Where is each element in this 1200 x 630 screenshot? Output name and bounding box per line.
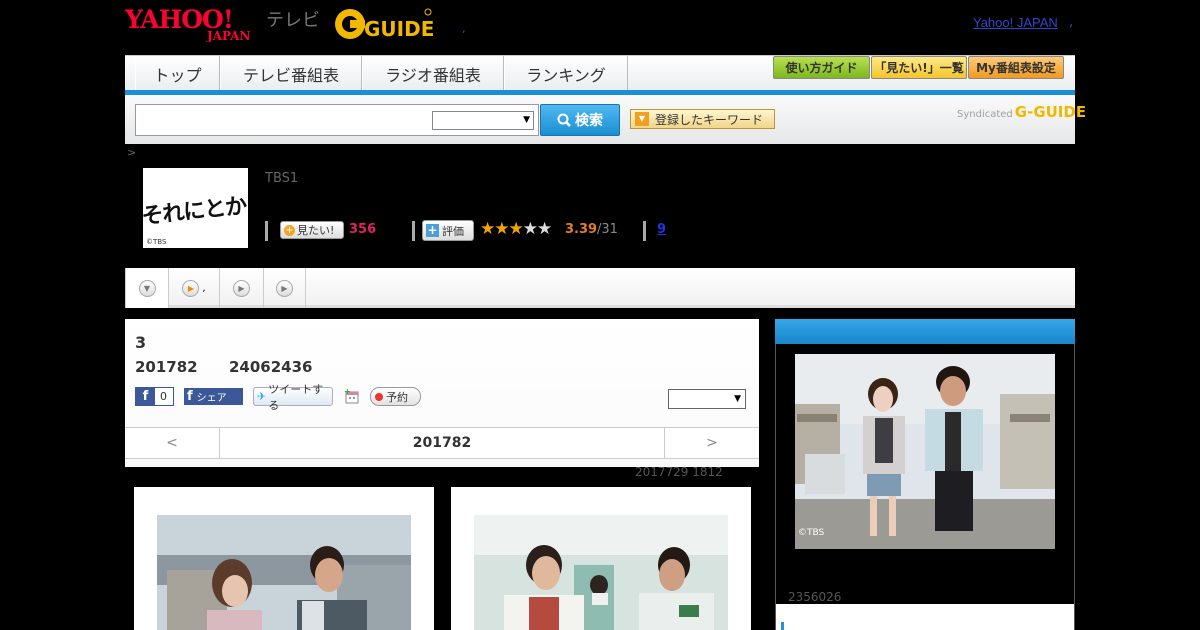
tab-video-label: ,	[202, 282, 206, 294]
rating-stars: ★★★★★	[480, 219, 552, 239]
divider	[643, 221, 646, 241]
nav-tab-ranking[interactable]: ランキング	[504, 56, 628, 91]
tab-episodes[interactable]: ▼	[125, 268, 169, 308]
facebook-like-button[interactable]: f 0	[135, 387, 174, 406]
syndicated-logo: G-GUIDE	[1014, 103, 1087, 121]
play-icon: ▶	[276, 279, 293, 297]
chevron-down-icon: ▼	[138, 279, 156, 297]
search-button[interactable]: 検索	[540, 104, 620, 136]
play-icon: ▶	[233, 279, 250, 297]
updated-timestamp: 2017729 1812	[635, 465, 723, 479]
facebook-icon: f	[187, 389, 193, 404]
chevron-down-icon: ▼	[523, 115, 530, 125]
next-button[interactable]: >	[664, 428, 759, 458]
registered-keywords-button[interactable]: ▼ 登録したキーワード	[630, 109, 775, 129]
mitai-button[interactable]: + 見たい!	[280, 221, 344, 239]
rate-label: 評価	[442, 224, 464, 238]
calendar-add-icon[interactable]: +	[344, 387, 360, 404]
thumbnail-copyright: ©TBS	[146, 238, 167, 246]
pager-current-date: 201782	[412, 435, 472, 451]
date-pager: < 201782 >	[125, 427, 759, 459]
mitai-list-button[interactable]: 「見たい!」一覧	[871, 56, 967, 79]
rate-button[interactable]: + 評価	[422, 220, 474, 241]
facebook-share-button[interactable]: f シェア	[184, 388, 243, 405]
rating-count: /31	[597, 222, 618, 237]
reserve-label: 予約	[386, 390, 408, 404]
yahoo-japan-link[interactable]: Yahoo! JAPAN	[973, 15, 1058, 30]
keyword-button-label: 登録したキーワード	[655, 112, 764, 127]
star-empty-icon: ★	[522, 219, 538, 239]
episode-select[interactable]: ▼	[668, 389, 746, 409]
facebook-icon: f	[136, 387, 155, 406]
episode-number: 24062436	[229, 358, 313, 376]
sidebar-photo-copyright: ©TBS	[798, 528, 825, 538]
star-filled-icon: ★	[494, 219, 509, 239]
star-empty-icon: ★	[537, 219, 552, 239]
photo-card[interactable]	[134, 487, 434, 630]
record-dot-icon	[375, 392, 383, 401]
program-thumbnail: それにとかけぎす ©TBS	[143, 168, 248, 248]
header-mark: ,	[462, 22, 466, 35]
syndicated-label: Syndicated	[957, 109, 1013, 120]
tab-more[interactable]: ▶	[264, 268, 306, 308]
svg-text:JAPAN: JAPAN	[206, 29, 250, 42]
previous-button[interactable]: <	[125, 428, 220, 458]
tv-label: テレビ	[266, 10, 320, 31]
star-filled-icon: ★	[508, 219, 524, 239]
sidebar-accent-bar	[781, 622, 784, 630]
plus-icon: +	[426, 223, 439, 237]
search-button-label: 検索	[575, 113, 603, 129]
gguide-logo[interactable]: GUIDE	[334, 6, 434, 42]
chevron-down-icon: ▼	[734, 394, 741, 404]
episode-date: 201782	[135, 358, 198, 376]
episode-title: 3	[135, 333, 147, 352]
reserve-recording-button[interactable]: 予約	[370, 387, 421, 406]
episode-photo	[157, 515, 411, 630]
nav-tab-tv-listings[interactable]: テレビ番組表	[220, 56, 362, 91]
channel-name: TBS1	[265, 171, 299, 186]
nav-tab-radio-listings[interactable]: ラジオ番組表	[362, 56, 504, 91]
tab-info[interactable]: ▶	[220, 268, 264, 308]
tweet-label: ツイートする	[268, 382, 324, 412]
divider	[265, 221, 268, 241]
share-label: シェア	[196, 393, 227, 404]
search-icon	[557, 113, 571, 127]
sidebar-footer	[776, 604, 1074, 630]
tweet-button[interactable]: ✈ ツイートする	[253, 383, 333, 412]
yahoo-japan-logo[interactable]: YAHOO! JAPAN	[124, 4, 262, 43]
nav-tab-top[interactable]: トップ	[135, 56, 220, 91]
plus-icon: +	[284, 224, 295, 236]
photo-card[interactable]	[451, 487, 751, 630]
header-link-trailing: ,	[1069, 15, 1074, 30]
sidebar-photo[interactable]: ©TBS	[795, 354, 1055, 549]
episode-photo	[474, 515, 728, 630]
svg-text:GUIDE: GUIDE	[364, 17, 434, 41]
search-genre-select[interactable]: ▼	[432, 111, 534, 130]
play-icon: ▶	[182, 279, 200, 297]
my-listings-settings-button[interactable]: My番組表設定	[968, 56, 1064, 79]
rating-score: 3.39	[565, 222, 598, 237]
twitter-bird-icon: ✈	[257, 390, 267, 403]
breadcrumb[interactable]: >	[127, 146, 136, 159]
thumbnail-title: それにとかけぎす	[143, 187, 248, 230]
sidebar-view-count: 2356026	[788, 590, 842, 604]
tab-video[interactable]: ▶ ,	[169, 268, 220, 308]
sidebar-header	[775, 319, 1075, 344]
mitai-count: 356	[349, 222, 377, 237]
star-filled-icon: ★	[480, 219, 495, 239]
page: YAHOO! JAPAN テレビ GUIDE , Yahoo! JAPAN , …	[0, 0, 1200, 630]
facebook-like-count: 0	[160, 390, 167, 403]
mitai-label: 見たい!	[297, 224, 335, 237]
divider	[412, 221, 415, 241]
svg-text:+: +	[344, 388, 351, 396]
usage-guide-button[interactable]: 使い方ガイド	[773, 56, 870, 79]
comment-count-link[interactable]: 9	[657, 222, 666, 237]
syndicated-gguide: Syndicated G-GUIDE	[957, 103, 1086, 121]
triangle-down-icon: ▼	[635, 112, 649, 126]
